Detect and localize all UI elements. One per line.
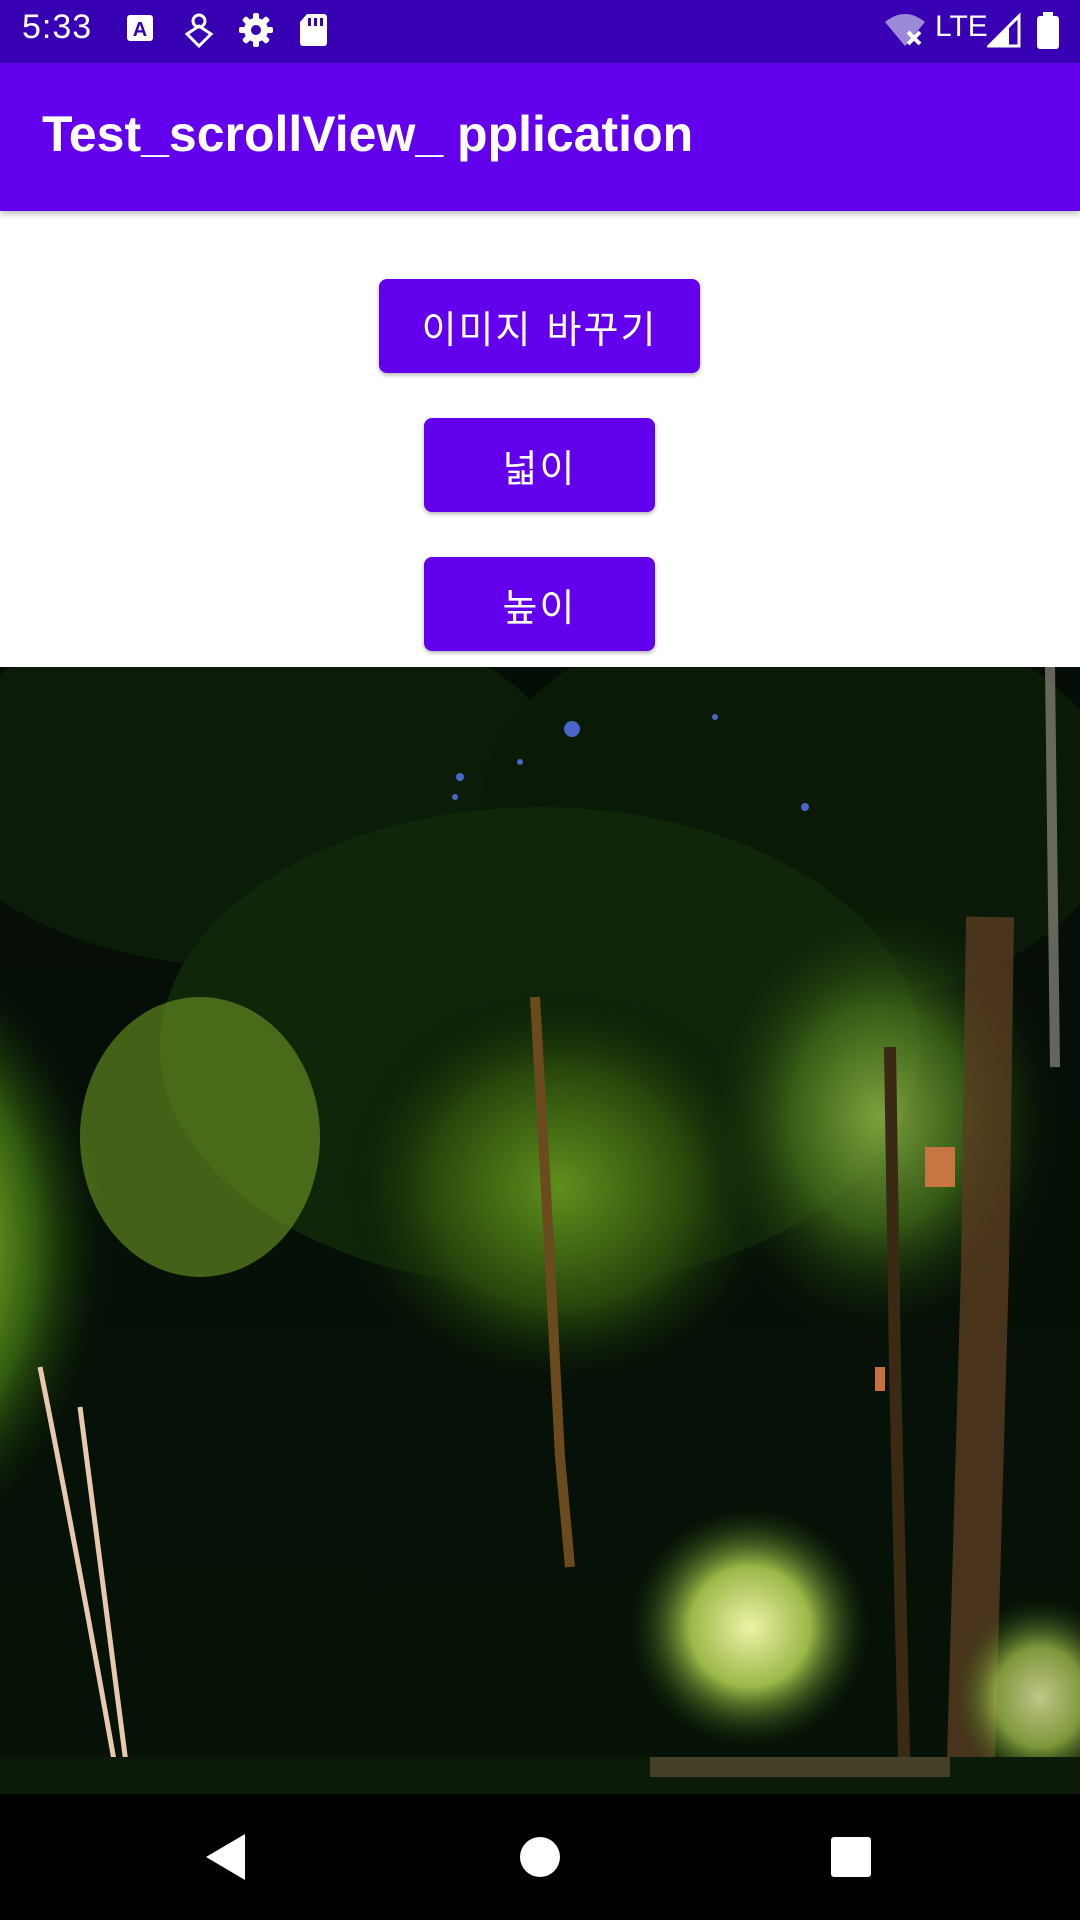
status-bar: 5:33 A LTE bbox=[0, 0, 1080, 63]
sd-card-icon bbox=[298, 12, 338, 52]
width-button[interactable]: 넓이 bbox=[424, 418, 655, 512]
network-type-label: LTE bbox=[935, 10, 988, 43]
back-icon[interactable] bbox=[190, 1822, 260, 1892]
change-image-button[interactable]: 이미지 바꾸기 bbox=[379, 279, 700, 373]
status-time: 5:33 bbox=[22, 8, 93, 46]
recents-icon[interactable] bbox=[816, 1822, 886, 1892]
signal-icon bbox=[985, 12, 1027, 52]
navigation-bar bbox=[0, 1794, 1080, 1920]
home-icon[interactable] bbox=[505, 1822, 575, 1892]
app-bar: Test_scrollView_ pplication bbox=[0, 63, 1080, 211]
a-icon: A bbox=[124, 12, 164, 52]
settings-icon bbox=[238, 12, 278, 52]
location-pin-icon bbox=[182, 12, 222, 52]
height-button[interactable]: 높이 bbox=[424, 557, 655, 651]
forest-image bbox=[0, 667, 1080, 1794]
battery-icon bbox=[1036, 12, 1076, 52]
wifi-off-icon bbox=[884, 12, 925, 52]
svg-text:A: A bbox=[133, 19, 147, 41]
app-title: Test_scrollView_ pplication bbox=[42, 106, 694, 162]
